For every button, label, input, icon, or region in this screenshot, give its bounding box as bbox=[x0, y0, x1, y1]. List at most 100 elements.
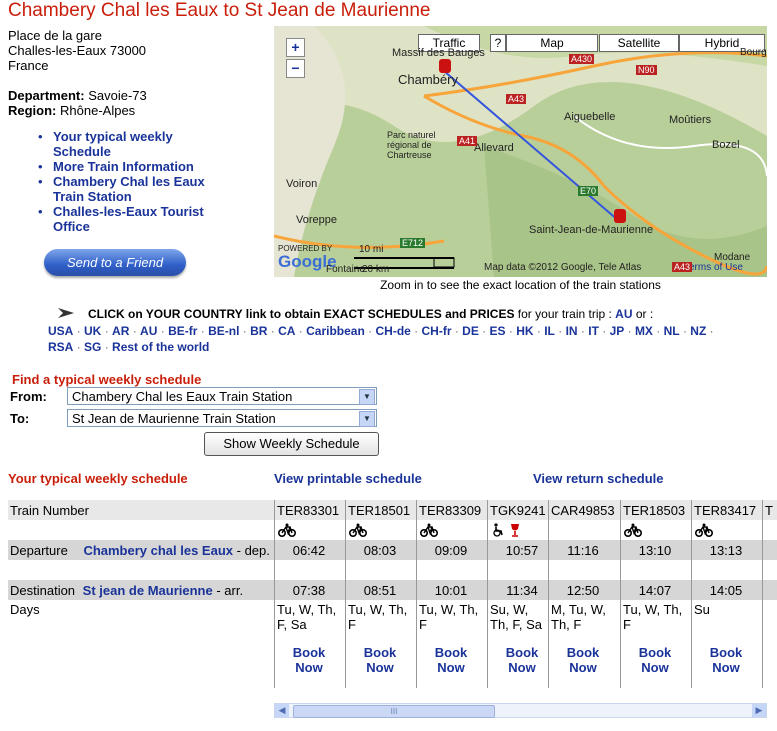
country-current-link[interactable]: AU bbox=[615, 307, 632, 321]
departure-time: 13:13 bbox=[709, 543, 743, 558]
country-link[interactable]: CA bbox=[278, 324, 295, 338]
days-line: Th, F, Sa bbox=[490, 617, 543, 632]
separator: · bbox=[73, 324, 85, 338]
bike-icon bbox=[694, 523, 714, 540]
country-intro: CLICK on YOUR COUNTRY link to obtain EXA… bbox=[88, 307, 653, 321]
country-link[interactable]: ES bbox=[490, 324, 506, 338]
show-weekly-schedule-button[interactable]: Show Weekly Schedule bbox=[204, 432, 379, 456]
book-now-link[interactable]: Book Now bbox=[487, 645, 557, 675]
bike-icon bbox=[419, 523, 439, 540]
departure-time: 08:03 bbox=[363, 543, 397, 558]
country-link[interactable]: NL bbox=[664, 324, 680, 338]
departure-time: 10:57 bbox=[505, 543, 539, 558]
country-link[interactable]: CH-fr bbox=[422, 324, 452, 338]
map-label: Bourg-Sa bbox=[740, 47, 767, 58]
train-marker-icon bbox=[614, 209, 626, 223]
country-link[interactable]: HK bbox=[516, 324, 533, 338]
printable-schedule-link[interactable]: View printable schedule bbox=[274, 471, 422, 486]
country-link[interactable]: CH-de bbox=[375, 324, 410, 338]
book-now-link[interactable]: Book Now bbox=[345, 645, 415, 675]
book-label: Book bbox=[363, 645, 397, 660]
road-label: A41 bbox=[457, 136, 478, 146]
book-label: Book bbox=[566, 645, 600, 660]
map-caption: Zoom in to see the exact location of the… bbox=[380, 278, 661, 292]
map-terrain bbox=[274, 26, 767, 277]
map-scale-km: 20 km bbox=[362, 264, 390, 275]
return-schedule-link[interactable]: View return schedule bbox=[533, 471, 664, 486]
book-label: Book bbox=[638, 645, 672, 660]
arrival-time: 08:51 bbox=[363, 583, 397, 598]
from-select[interactable]: Chambery Chal les Eaux Train Station ▼ bbox=[67, 387, 377, 405]
address-block: Place de la gare Challes-les-Eaux 73000 … bbox=[8, 28, 147, 118]
link-weekly-schedule[interactable]: Your typical weekly Schedule bbox=[53, 129, 173, 159]
link-more-train-info[interactable]: More Train Information bbox=[53, 159, 194, 174]
country-link[interactable]: AU bbox=[140, 324, 157, 338]
book-now-link[interactable]: Book Now bbox=[274, 645, 344, 675]
separator: · bbox=[505, 324, 517, 338]
map-label: Chambéry bbox=[398, 72, 458, 87]
destination-label-row: Destination St jean de Maurienne - arr. bbox=[10, 583, 243, 598]
bike-icon bbox=[348, 523, 368, 540]
book-now-link[interactable]: Book Now bbox=[620, 645, 690, 675]
link-train-station[interactable]: Chambery Chal les Eaux Train Station bbox=[53, 174, 205, 204]
country-link[interactable]: JP bbox=[610, 324, 625, 338]
scroll-left-icon[interactable]: ◀ bbox=[275, 704, 289, 717]
bike-icon bbox=[623, 523, 643, 540]
country-link[interactable]: NZ bbox=[690, 324, 706, 338]
country-link[interactable]: BE-nl bbox=[208, 324, 239, 338]
separator: · bbox=[129, 324, 141, 338]
departure-station-link[interactable]: Chambery chal les Eaux bbox=[83, 543, 233, 558]
country-link[interactable]: MX bbox=[635, 324, 653, 338]
train-number: TER18501 bbox=[348, 503, 411, 518]
map-satellite-button[interactable]: Satellite bbox=[599, 34, 679, 52]
address-line: Place de la gare bbox=[8, 28, 102, 43]
book-label: Book bbox=[709, 645, 743, 660]
link-tourist-office[interactable]: Challes-les-Eaux Tourist Office bbox=[53, 204, 204, 234]
map-help-button[interactable]: ? bbox=[490, 34, 506, 52]
country-link[interactable]: AR bbox=[112, 324, 129, 338]
separator: · bbox=[706, 324, 714, 338]
zoom-in-button[interactable]: + bbox=[286, 38, 305, 57]
country-intro-rest: for your train trip : bbox=[514, 307, 616, 321]
separator: · bbox=[157, 324, 169, 338]
days-line: F, Sa bbox=[277, 617, 307, 632]
road-label: A430 bbox=[569, 54, 595, 64]
map-map-button[interactable]: Map bbox=[506, 34, 598, 52]
country-link[interactable]: BE-fr bbox=[168, 324, 197, 338]
send-to-friend-button[interactable]: Send to a Friend bbox=[44, 249, 186, 276]
country-link[interactable]: IT bbox=[588, 324, 599, 338]
days-line: F bbox=[623, 617, 631, 632]
train-number: TGK9241 bbox=[490, 503, 546, 518]
zoom-out-button[interactable]: − bbox=[286, 59, 305, 78]
road-label: E712 bbox=[400, 238, 426, 248]
scroll-right-icon[interactable]: ▶ bbox=[752, 704, 766, 717]
train-number: TER83417 bbox=[694, 503, 757, 518]
train-icons bbox=[552, 523, 618, 539]
country-link[interactable]: DE bbox=[462, 324, 479, 338]
to-select[interactable]: St Jean de Maurienne Train Station ▼ bbox=[67, 409, 377, 427]
map-terms-link[interactable]: Terms of Use bbox=[684, 262, 743, 273]
book-now-link[interactable]: Book Now bbox=[416, 645, 486, 675]
book-now-link[interactable]: Book Now bbox=[548, 645, 618, 675]
map[interactable]: Traffic ? Map Satellite Hybrid + − Massi… bbox=[274, 26, 767, 277]
country-link[interactable]: Rest of the world bbox=[112, 340, 209, 354]
train-number: TER83309 bbox=[419, 503, 482, 518]
country-link[interactable]: IN bbox=[566, 324, 578, 338]
departure-label: Departure bbox=[10, 543, 68, 558]
country-link[interactable]: Caribbean bbox=[306, 324, 365, 338]
horizontal-scrollbar[interactable]: ◀ III ▶ bbox=[274, 703, 767, 718]
chevron-down-icon: ▼ bbox=[359, 411, 375, 427]
country-link[interactable]: IL bbox=[544, 324, 555, 338]
country-or: or : bbox=[632, 307, 654, 321]
destination-station-link[interactable]: St jean de Maurienne bbox=[83, 583, 213, 598]
country-link[interactable]: BR bbox=[250, 324, 267, 338]
country-link[interactable]: SG bbox=[84, 340, 101, 354]
scroll-thumb[interactable]: III bbox=[293, 705, 495, 718]
days-line: Th, F bbox=[551, 617, 582, 632]
country-link[interactable]: RSA bbox=[48, 340, 73, 354]
country-link[interactable]: USA bbox=[48, 324, 73, 338]
region: Region: Rhône-Alpes bbox=[8, 103, 147, 118]
book-now-link[interactable]: Book Now bbox=[691, 645, 761, 675]
country-link[interactable]: UK bbox=[84, 324, 101, 338]
now-label: Now bbox=[712, 660, 740, 675]
